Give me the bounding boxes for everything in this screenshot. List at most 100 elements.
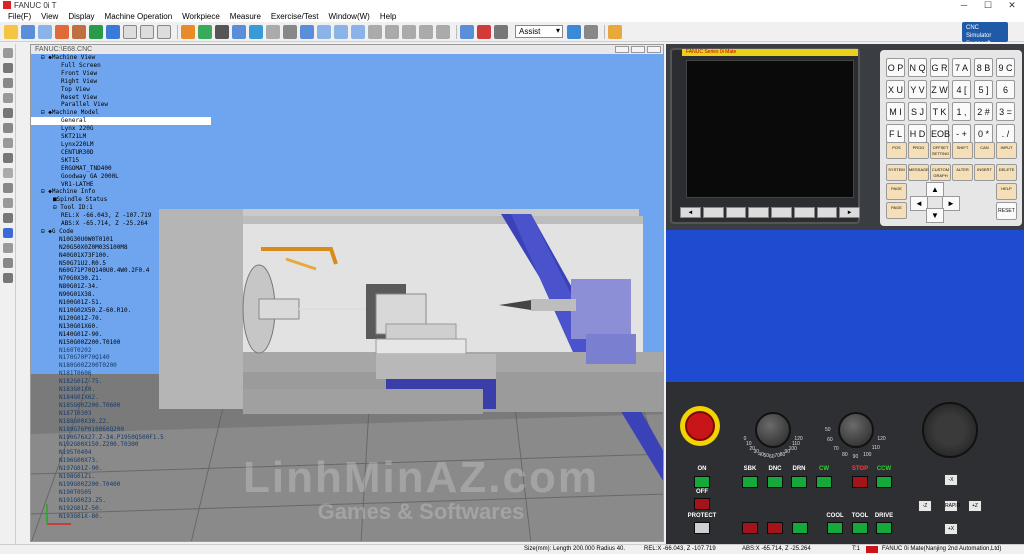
function-key[interactable]: MESSAGE — [908, 164, 929, 181]
arrow-down-key[interactable]: ▼ — [926, 208, 944, 223]
tree-node-machine-view[interactable]: ⊟ ◆Machine View — [31, 54, 211, 62]
tree-item-model[interactable]: Lynx220LM — [31, 141, 211, 149]
tool-icon[interactable] — [72, 24, 86, 39]
gcode-line[interactable]: N182G01Z-75. — [31, 378, 211, 386]
function-key[interactable]: CAN — [974, 142, 995, 159]
function-key[interactable]: INSERT — [974, 164, 995, 181]
jog-key[interactable]: +X — [944, 523, 958, 535]
gcode-line[interactable]: N180G00Z200T0200 — [31, 362, 211, 370]
function-key[interactable]: SYSTEM — [886, 164, 907, 181]
settings-icon[interactable] — [608, 24, 622, 39]
help-key[interactable]: HELP — [996, 183, 1017, 200]
mdi-key[interactable]: O P — [886, 58, 905, 77]
menu-file[interactable]: File(F) — [3, 12, 36, 21]
tree-item-full-screen[interactable]: Full Screen — [31, 62, 211, 70]
gcode-line[interactable]: N184G01X62. — [31, 394, 211, 402]
view-select-icon[interactable] — [157, 24, 171, 39]
sphere-icon[interactable] — [3, 198, 13, 208]
cloud3-icon[interactable] — [351, 24, 365, 39]
turret-icon[interactable] — [419, 24, 433, 39]
gcode-line[interactable]: N60G71P70Q140U0.4W0.2F0.4 — [31, 267, 211, 275]
box-icon[interactable] — [3, 63, 13, 73]
gcode-line[interactable]: N150G00Z200.T0100 — [31, 339, 211, 347]
lathe-icon[interactable] — [283, 24, 297, 39]
power-off-button[interactable] — [694, 498, 710, 510]
tree-node-gcode[interactable]: ⊟ ◆G Code — [31, 228, 211, 236]
tree-node-machine-model[interactable]: ⊟ ◆Machine Model — [31, 109, 211, 117]
solid-icon[interactable] — [3, 123, 13, 133]
jog-key[interactable]: -Z — [918, 500, 932, 512]
mdi-key[interactable]: 6 SP — [996, 80, 1015, 113]
gcode-line[interactable]: N130G01X60. — [31, 323, 211, 331]
mdi-key[interactable]: - + — [952, 124, 971, 143]
arrow-up-key[interactable]: ▲ — [926, 182, 944, 197]
softkey[interactable] — [816, 207, 838, 218]
spindle-override-knob[interactable] — [838, 412, 874, 448]
bookmark-icon[interactable] — [460, 24, 474, 39]
layer-icon[interactable] — [3, 78, 13, 88]
gcode-line[interactable]: N195T0404 — [31, 449, 211, 457]
camera-icon[interactable] — [215, 24, 229, 39]
gcode-line[interactable]: N40G01X73F100. — [31, 252, 211, 260]
mdi-key[interactable]: Y V — [908, 80, 927, 99]
emergency-stop-button[interactable] — [685, 411, 715, 441]
gcode-line[interactable]: N181T0606 — [31, 370, 211, 378]
feed-hold-button[interactable] — [742, 522, 758, 534]
mdi-key[interactable]: 3 = — [996, 102, 1015, 121]
section-icon[interactable] — [3, 138, 13, 148]
mdi-key[interactable]: 7 A — [952, 58, 971, 77]
tree-item-parallel-view[interactable]: Parallel View — [31, 101, 211, 109]
tree-item-model[interactable]: Lynx 220G — [31, 125, 211, 133]
operator-button[interactable] — [876, 522, 892, 534]
gcode-line[interactable]: N120G01Z-70. — [31, 315, 211, 323]
gcode-line[interactable]: N198G01Z1. — [31, 473, 211, 481]
gcode-line[interactable]: N190T0505 — [31, 489, 211, 497]
mdi-key[interactable]: S J — [908, 102, 927, 121]
list-icon[interactable] — [3, 243, 13, 253]
menu-workpiece[interactable]: Workpiece — [177, 12, 225, 21]
probe-icon[interactable] — [436, 24, 450, 39]
handwheel[interactable] — [922, 402, 978, 458]
shape-icon[interactable] — [3, 93, 13, 103]
clamp-icon[interactable] — [368, 24, 382, 39]
gcode-line[interactable]: N196G00X73. — [31, 457, 211, 465]
print-icon[interactable] — [300, 24, 314, 39]
mdi-key[interactable]: Z W — [930, 80, 949, 99]
mode-select[interactable]: Assist — [515, 25, 563, 38]
gcode-line[interactable]: N100G01Z-51. — [31, 299, 211, 307]
operator-button[interactable] — [694, 476, 710, 488]
tree-item-right-view[interactable]: Right View — [31, 78, 211, 86]
function-key[interactable]: PROG — [908, 142, 929, 159]
mdi-key[interactable]: H D — [908, 124, 927, 143]
close-button[interactable]: ✕ — [1000, 0, 1024, 11]
dimension-icon[interactable] — [3, 273, 13, 283]
gcode-line[interactable]: N193G01X-80. — [31, 513, 211, 521]
function-key[interactable]: POS — [886, 142, 907, 159]
gcode-line[interactable]: N191G00Z3.Z5. — [31, 497, 211, 505]
operator-button[interactable] — [767, 476, 783, 488]
minimize-button[interactable]: ─ — [952, 0, 976, 11]
gcode-line[interactable]: N185G00Z200.T0600 — [31, 402, 211, 410]
operator-button[interactable] — [852, 476, 868, 488]
operator-button[interactable] — [742, 476, 758, 488]
inner-close-button[interactable] — [647, 46, 661, 53]
mdi-key[interactable]: M I — [886, 102, 905, 121]
page-down-key[interactable]: PAGE — [886, 202, 907, 219]
inner-minimize-button[interactable] — [615, 46, 629, 53]
stop-icon[interactable] — [584, 24, 598, 39]
softkey[interactable] — [793, 207, 815, 218]
jog-key[interactable]: RAPID — [944, 500, 960, 512]
window-view-icon[interactable] — [3, 168, 13, 178]
function-key[interactable]: ALTER — [952, 164, 973, 181]
gcode-line[interactable]: N192G01Z-50. — [31, 505, 211, 513]
measure-icon[interactable] — [181, 24, 195, 39]
mdi-key[interactable]: 2 # — [974, 102, 993, 121]
function-key[interactable]: CUSTOM GRAPH — [930, 164, 951, 181]
trace-icon[interactable] — [3, 258, 13, 268]
inner-maximize-button[interactable] — [631, 46, 645, 53]
gcode-line[interactable]: N20G50X0Z0M03S100M8 — [31, 244, 211, 252]
operator-button[interactable] — [876, 476, 892, 488]
page-up-key[interactable]: PAGE — [886, 183, 907, 200]
edit-icon[interactable] — [55, 24, 69, 39]
mdi-key[interactable]: N Q — [908, 58, 927, 77]
